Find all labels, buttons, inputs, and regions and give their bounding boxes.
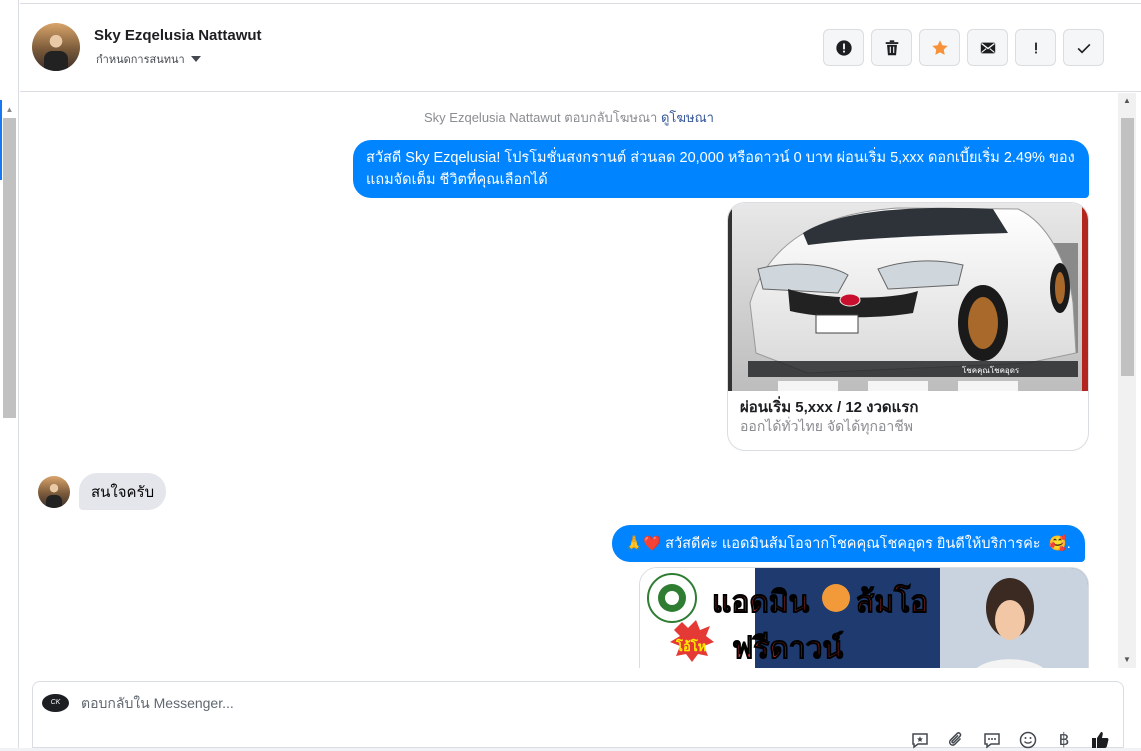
- page-logo: CK: [42, 694, 69, 712]
- car-photo: โชคคุณโชคอุดร: [728, 203, 1088, 391]
- smiling-hearts-emoji: 🥰.: [1048, 535, 1071, 552]
- left-panel-edge: ▲: [0, 0, 19, 748]
- outgoing-message: สวัสดี Sky Ezqelusia! โปรโมชั่นสงกรานต์ …: [353, 140, 1089, 198]
- sender-avatar[interactable]: [38, 475, 70, 508]
- promo-free-down: ฟรีดาวน์: [732, 631, 844, 666]
- star-icon: [931, 39, 948, 55]
- left-scroll-up-arrow[interactable]: ▲: [3, 104, 16, 116]
- outgoing-message-admin: 🙏❤️ สวัสดีค่ะ แอดมินส้มโอจากโชคคุณโชคอุด…: [612, 525, 1085, 562]
- messenger-reply-input[interactable]: [81, 695, 901, 711]
- admin-greeting-text: สวัสดีค่ะ แอดมินส้มโอจากโชคคุณโชคอุดร ยิ…: [665, 535, 1041, 552]
- follow-up-button[interactable]: [1015, 29, 1056, 66]
- thumbs-up-icon: [1092, 732, 1109, 748]
- conversation-header: Sky Ezqelusia Nattawut กำหนดการสนทนา: [20, 3, 1141, 92]
- delete-button[interactable]: [871, 29, 912, 66]
- alert-circle-icon: [835, 39, 852, 56]
- baht-icon: ฿: [1058, 730, 1070, 749]
- ad-reply-note: Sky Ezqelusia Nattawut ตอบกลับโฆษณา ดูโฆ…: [20, 107, 1118, 128]
- left-scrollbar-thumb[interactable]: [3, 118, 16, 418]
- assign-conversation-dropdown[interactable]: กำหนดการสนทนา: [96, 50, 201, 68]
- ad-card[interactable]: โชคคุณโชคอุดร ผ่อนเริ่ม 5,xxx / 12 งวดแร…: [727, 202, 1089, 451]
- mark-done-button[interactable]: [1063, 29, 1104, 66]
- incoming-message: สนใจครับ: [79, 473, 167, 510]
- attachment-icon: [948, 732, 962, 746]
- message-thread: Sky Ezqelusia Nattawut ตอบกลับโฆษณา ดูโฆ…: [20, 93, 1118, 668]
- contact-name[interactable]: Sky Ezqelusia Nattawut: [94, 27, 262, 44]
- contact-avatar[interactable]: [32, 23, 80, 71]
- scroll-up-arrow[interactable]: ▲: [1118, 95, 1136, 107]
- card-image-caption: โชคคุณโชคอุดร: [962, 365, 1020, 375]
- reply-composer: CK ฿: [32, 681, 1124, 749]
- promo-headline-2: ส้มโอ: [856, 583, 928, 620]
- envelope-icon: [980, 42, 995, 53]
- mark-unread-button[interactable]: [967, 29, 1008, 66]
- promo-badge: โอ้โห: [675, 638, 706, 655]
- promo-headline: แอดมิน: [712, 585, 810, 620]
- chat-bubble-icon: [984, 733, 1000, 749]
- view-ad-link[interactable]: ดูโฆษณา: [661, 110, 714, 125]
- star-button[interactable]: [919, 29, 960, 66]
- card-subtitle: ออกได้ทั่วไทย จัดได้ทุกอาชีพ: [740, 418, 914, 434]
- saved-reply-icon: [912, 733, 928, 749]
- thread-scrollbar[interactable]: ▲ ▼: [1118, 93, 1136, 668]
- conversation-actions: [823, 29, 1104, 66]
- incoming-message-row: สนใจครับ: [38, 473, 167, 510]
- thread-scrollbar-thumb[interactable]: [1121, 118, 1134, 376]
- assign-label: กำหนดการสนทนา: [96, 54, 185, 66]
- check-icon: [1077, 43, 1090, 53]
- pray-heart-emoji: 🙏❤️: [625, 535, 662, 552]
- caret-down-icon: [190, 56, 201, 62]
- ad-reply-text: Sky Ezqelusia Nattawut ตอบกลับโฆษณา: [424, 110, 658, 125]
- emoji-icon: [1019, 731, 1037, 749]
- selection-accent: [0, 100, 2, 180]
- inbox-window: ▲ Sky Ezqelusia Nattawut กำหนดการสนทนา S…: [0, 0, 1141, 749]
- admin-promo-image[interactable]: แอดมิน ส้มโอ โอ้โห ฟรีดาวน์: [639, 567, 1089, 668]
- trash-icon: [885, 39, 898, 55]
- scroll-down-arrow[interactable]: ▼: [1118, 654, 1136, 666]
- mark-spam-button[interactable]: [823, 29, 864, 66]
- exclamation-icon: [1034, 42, 1037, 53]
